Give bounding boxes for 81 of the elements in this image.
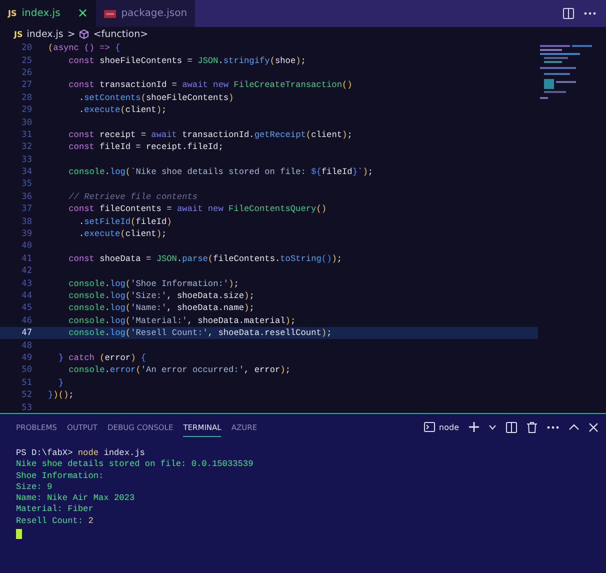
line-number: 35 — [20, 179, 32, 190]
line-number: 30 — [20, 118, 32, 128]
code-line: .setContents(shoeFileContents) — [78, 92, 234, 103]
code-line: const fileContents = await new FileContentsQuery() — [68, 204, 327, 214]
terminal-line: Size: 9 — [16, 482, 54, 494]
line-number: 53 — [20, 402, 32, 413]
line-number: 20 — [20, 43, 32, 54]
terminal-line: Resell Count: 2 — [16, 516, 94, 528]
line-number: 51 — [20, 378, 32, 388]
code-line: (async () => { — [48, 43, 120, 54]
code-line: console.log('Material:', shoeData.material); — [68, 316, 296, 326]
terminal-line: Nike shoe details stored on file: 0.0.15033539 — [16, 459, 254, 471]
line-number: 33 — [20, 154, 32, 165]
split-editor-icon[interactable] — [563, 8, 574, 19]
code-line: const transactionId = await new FileCreateTransaction() — [68, 80, 352, 90]
terminal-name[interactable]: node — [439, 422, 459, 432]
code-line: console.log('Name:', shoeData.name); — [68, 303, 254, 314]
code-line: console.error('An error occurred:', error); — [68, 365, 290, 376]
line-number: 41 — [20, 254, 32, 264]
code-line: console.log('Resell Count:', shoeData.resellCount); — [68, 328, 332, 338]
line-number: 39 — [20, 229, 32, 240]
breadcrumb-item[interactable]: <function> — [93, 28, 148, 40]
trash-icon[interactable] — [527, 422, 537, 432]
code-line: console.log('Size:', shoeData.size); — [68, 291, 254, 301]
terminal-cursor — [16, 529, 22, 540]
line-number: 52 — [20, 390, 32, 400]
code-line: .execute(client); — [78, 105, 167, 116]
line-number: 25 — [20, 56, 32, 66]
close-icon[interactable]: × — [77, 6, 88, 21]
terminal-line: PS D:\fabX> node index.js — [16, 448, 146, 460]
code-line: } — [57, 378, 64, 388]
line-number: 32 — [20, 142, 32, 152]
line-number: 34 — [20, 167, 32, 178]
code-line: const shoeData = JSON.parse(fileContents.toString()); — [68, 254, 342, 264]
plus-icon[interactable] — [469, 422, 479, 432]
line-number: 29 — [20, 105, 32, 116]
breadcrumb-item[interactable]: index.js — [26, 28, 64, 40]
file-icon — [104, 10, 116, 18]
terminal-line: Material: Fiber — [16, 504, 94, 516]
code-line: const fileId = receipt.fileId; — [68, 142, 224, 152]
js-file-icon: JS — [8, 9, 17, 18]
code-line: console.log('Shoe Information:'); — [68, 278, 239, 289]
caret-icon[interactable] — [489, 424, 496, 430]
more-icon[interactable] — [584, 12, 596, 15]
line-number: 36 — [20, 192, 32, 202]
chevron-up-icon[interactable] — [569, 424, 579, 430]
terminal-line: Shoe Information: — [16, 470, 105, 482]
line-number: 26 — [20, 68, 32, 78]
js-file-icon: JS — [14, 30, 23, 38]
line-number: 43 — [20, 278, 32, 289]
editor-tab[interactable]: JS index.js × — [0, 0, 96, 27]
line-number: 40 — [20, 241, 32, 252]
code-line: // Retrieve file contents — [68, 192, 198, 202]
code-line: .setFileId(fileId) — [78, 216, 172, 227]
line-number: 38 — [20, 216, 32, 227]
line-number: 50 — [20, 365, 32, 376]
line-number: 48 — [20, 340, 32, 351]
cube-icon — [79, 29, 90, 39]
line-number: 49 — [20, 352, 32, 363]
line-number: 27 — [20, 80, 32, 90]
line-number: 28 — [20, 92, 32, 103]
terminal-line: Name: Nike Air Max 2023 — [16, 493, 136, 504]
line-number: 47 — [20, 328, 32, 338]
code-line: .execute(client); — [78, 229, 167, 240]
line-number: 42 — [20, 266, 32, 276]
breadcrumb-separator: > — [67, 28, 76, 40]
code-line: const receipt = await transactionId.getReceipt(client); — [68, 130, 352, 140]
editor-tab[interactable]: package.json — [96, 0, 196, 27]
code-line: const shoeFileContents = JSON.stringify(shoe); — [68, 56, 306, 66]
line-number: 46 — [20, 316, 32, 326]
line-number: 44 — [20, 291, 32, 301]
more-icon[interactable] — [547, 426, 559, 428]
split-terminal-icon[interactable] — [506, 422, 517, 432]
code-line: })(); — [48, 390, 74, 400]
code-line: console.log(`Nike shoe details stored on file: ${fileId}`); — [68, 167, 374, 178]
terminal-icon — [424, 422, 436, 432]
code-line: } catch (error) { — [57, 352, 146, 363]
close-icon[interactable] — [589, 422, 598, 432]
line-number: 45 — [20, 303, 32, 314]
line-number: 31 — [20, 130, 32, 140]
line-number: 37 — [20, 204, 32, 214]
